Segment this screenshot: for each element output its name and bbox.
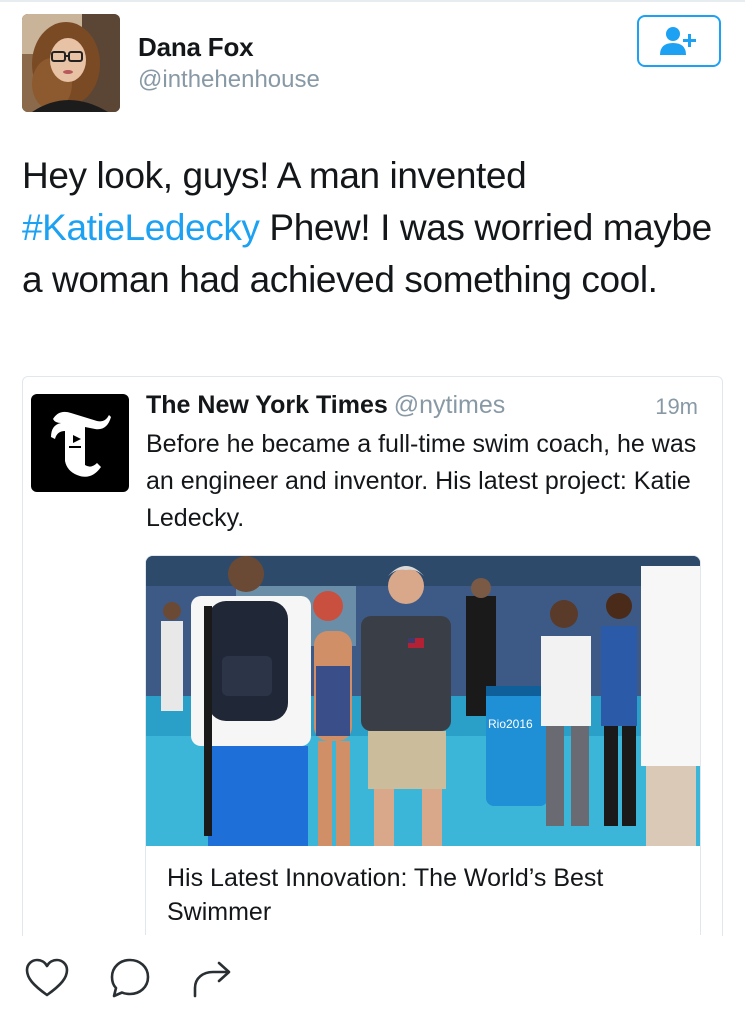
rio-2016-text: Rio2016 <box>488 717 533 731</box>
quoted-tweet-card[interactable]: The New York Times @nytimes 19m Before he… <box>22 376 723 936</box>
author-avatar[interactable] <box>22 14 120 112</box>
nyt-logo-icon[interactable] <box>31 394 129 492</box>
actions-divider <box>0 936 745 937</box>
link-preview-card[interactable]: Rio2016 His Latest Innovation: The World… <box>145 555 701 935</box>
quoted-author-handle[interactable]: @nytimes <box>394 391 506 419</box>
hashtag-link[interactable]: #KatieLedecky <box>22 207 260 248</box>
like-heart-icon <box>25 958 69 997</box>
quoted-tweet-header: The New York Times @nytimes <box>146 391 505 420</box>
quoted-tweet-timestamp[interactable]: 19m <box>655 394 698 420</box>
tweet-text-before: Hey look, guys! A man invented <box>22 155 527 196</box>
tweet-text: Hey look, guys! A man invented #KatieLed… <box>22 150 732 306</box>
follow-user-plus-icon <box>660 27 696 55</box>
tweet-page: Dana Fox @inthehenhouse Hey look, guys! … <box>0 0 745 1024</box>
reply-bubble-icon <box>110 958 150 998</box>
quoted-tweet-text: Before he became a full-time swim coach,… <box>146 430 697 532</box>
follow-button[interactable] <box>637 15 721 67</box>
top-divider <box>0 0 745 2</box>
author-handle[interactable]: @inthehenhouse <box>138 66 320 94</box>
avatar-photo <box>22 14 120 112</box>
link-preview-title[interactable]: His Latest Innovation: The World’s Best … <box>167 861 687 929</box>
like-button[interactable] <box>24 955 70 1001</box>
reply-button[interactable] <box>107 955 153 1001</box>
share-arrow-icon <box>193 961 231 998</box>
photo-pool-deck-rio-2016: Rio2016 <box>146 556 700 846</box>
quoted-author-name[interactable]: The New York Times <box>146 391 388 419</box>
author-display-name[interactable]: Dana Fox <box>138 32 254 63</box>
nyt-t-glyph <box>51 411 111 477</box>
share-button[interactable] <box>190 955 236 1001</box>
link-preview-image[interactable]: Rio2016 <box>146 556 700 846</box>
